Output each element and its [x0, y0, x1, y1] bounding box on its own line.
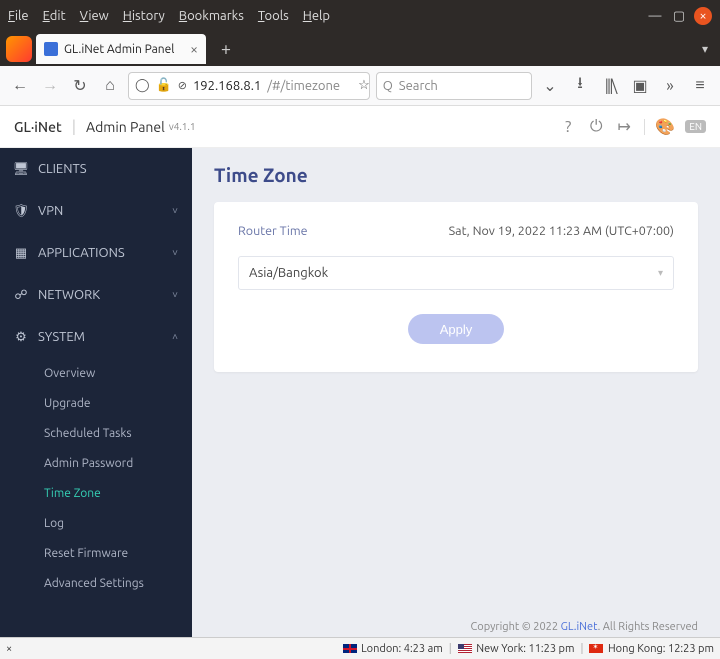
flag-hk-icon [589, 644, 603, 653]
sidebar-subitem-time-zone[interactable]: Time Zone [0, 478, 192, 508]
page-content: GL·iNet | Admin Panel v4.1.1 ? ⏻ ↦ 🎨 EN … [0, 106, 720, 659]
tab-title: GL.iNet Admin Panel [64, 43, 174, 56]
firefox-icon [6, 36, 32, 62]
chevron-down-icon: ˅ [172, 247, 178, 259]
network-icon: ☍ [14, 288, 28, 303]
gear-icon: ⚙ [14, 330, 28, 345]
sidebar-item-label: VPN [38, 204, 63, 218]
url-path: /#/timezone [267, 79, 340, 93]
sidebar-item-label: SYSTEM [38, 330, 85, 344]
new-tab-button[interactable]: + [212, 35, 240, 63]
chevron-down-icon: ▾ [658, 267, 663, 279]
menu-history[interactable]: History [123, 9, 165, 23]
sidebar-subitem-reset-firmware[interactable]: Reset Firmware [0, 538, 192, 568]
status-bar: × London: 4:23 am| New York: 11:23 pm| H… [0, 637, 720, 659]
menu-help[interactable]: Help [303, 9, 330, 23]
app-title: Admin Panel [86, 119, 165, 135]
flag-uk-icon [343, 644, 357, 653]
shield-icon: 🛡 [14, 204, 28, 219]
router-time-value: Sat, Nov 19, 2022 11:23 AM (UTC+07:00) [449, 224, 674, 238]
chevron-up-icon: ˄ [172, 331, 178, 343]
brand-logo: GL·iNet [14, 119, 62, 135]
browser-toolbar: ← → ↻ ⌂ ◯ 🔓 ⊘ 192.168.8.1 /#/timezone ☆ Q… [0, 66, 720, 106]
minimize-button[interactable]: — [646, 7, 664, 25]
close-button[interactable]: × [694, 7, 712, 25]
app-version: v4.1.1 [169, 121, 196, 132]
chevron-down-icon: ˅ [172, 289, 178, 301]
copyright-link[interactable]: GL.iNet [561, 621, 598, 633]
sidebar-subitem-advanced-settings[interactable]: Advanced Settings [0, 568, 192, 598]
world-clock-london[interactable]: London: 4:23 am [343, 643, 443, 655]
tab-close-icon[interactable]: × [190, 41, 198, 57]
overflow-icon[interactable]: » [658, 74, 682, 98]
browser-tabbar: GL.iNet Admin Panel × + ▾ [0, 32, 720, 66]
page-title: Time Zone [214, 164, 698, 186]
world-clock-new-york[interactable]: New York: 11:23 pm [458, 643, 575, 655]
menu-view[interactable]: View [80, 9, 109, 23]
os-menubar: File Edit View History Bookmarks Tools Help [8, 9, 330, 23]
sidebar-item-network[interactable]: ☍ NETWORK ˅ [0, 274, 192, 316]
favicon-icon [44, 42, 58, 56]
sidebar-subitem-scheduled-tasks[interactable]: Scheduled Tasks [0, 418, 192, 448]
home-button[interactable]: ⌂ [98, 74, 122, 98]
forward-button[interactable]: → [38, 74, 62, 98]
menu-bookmarks[interactable]: Bookmarks [179, 9, 244, 23]
url-host: 192.168.8.1 [193, 79, 261, 93]
timezone-card: Router Time Sat, Nov 19, 2022 11:23 AM (… [214, 202, 698, 372]
sidebar-item-label: NETWORK [38, 288, 100, 302]
apply-button[interactable]: Apply [408, 314, 504, 344]
library-icon[interactable]: |||\ [598, 74, 622, 98]
permission-icon: ⊘ [178, 79, 187, 92]
sidebar-item-label: APPLICATIONS [38, 246, 125, 260]
grid-icon: ▦ [14, 246, 28, 261]
pocket-icon[interactable]: ⌄ [538, 74, 562, 98]
search-bar[interactable]: Q Search [376, 72, 532, 100]
chevron-down-icon: ˅ [172, 205, 178, 217]
world-clock-hong-kong[interactable]: Hong Kong: 12:23 pm [589, 643, 714, 655]
maximize-button[interactable]: ▢ [670, 7, 688, 25]
flag-us-icon [458, 644, 472, 653]
timezone-selected: Asia/Bangkok [249, 266, 328, 280]
downloads-icon[interactable]: ⭳ [568, 74, 592, 98]
logout-icon[interactable]: ↦ [616, 119, 632, 135]
status-close-icon[interactable]: × [6, 643, 12, 655]
language-badge[interactable]: EN [685, 120, 706, 133]
menu-edit[interactable]: Edit [43, 9, 66, 23]
sidebar-subitem-log[interactable]: Log [0, 508, 192, 538]
url-bar[interactable]: ◯ 🔓 ⊘ 192.168.8.1 /#/timezone ☆ [128, 72, 370, 100]
sidebar-icon[interactable]: ▣ [628, 74, 652, 98]
bookmark-star-icon[interactable]: ☆ [358, 78, 370, 93]
router-time-label: Router Time [238, 224, 308, 238]
theme-icon[interactable]: 🎨 [657, 119, 673, 135]
sidebar-item-vpn[interactable]: 🛡 VPN ˅ [0, 190, 192, 232]
clients-icon: 🖥 [14, 162, 28, 177]
insecure-lock-icon: 🔓 [156, 78, 172, 93]
menu-tools[interactable]: Tools [258, 9, 289, 23]
search-placeholder: Search [399, 79, 438, 93]
menu-file[interactable]: File [8, 9, 29, 23]
browser-tab[interactable]: GL.iNet Admin Panel × [36, 34, 206, 64]
sidebar-subitem-admin-password[interactable]: Admin Password [0, 448, 192, 478]
menu-icon[interactable]: ≡ [688, 74, 712, 98]
help-icon[interactable]: ? [560, 119, 576, 135]
search-icon: Q [383, 79, 393, 93]
sidebar-item-system[interactable]: ⚙ SYSTEM ˄ [0, 316, 192, 358]
sidebar-item-label: CLIENTS [38, 162, 87, 176]
tab-list-dropdown-icon[interactable]: ▾ [702, 42, 714, 56]
sidebar-item-applications[interactable]: ▦ APPLICATIONS ˅ [0, 232, 192, 274]
sidebar: 🖥 CLIENTS 🛡 VPN ˅ ▦ APPLICATIONS ˅ ☍ NETWORK ˅ ⚙ SYS… [0, 148, 192, 637]
sidebar-item-clients[interactable]: 🖥 CLIENTS [0, 148, 192, 190]
shield-icon: ◯ [135, 78, 150, 93]
timezone-select[interactable]: Asia/Bangkok ▾ [238, 256, 674, 290]
sidebar-subitem-upgrade[interactable]: Upgrade [0, 388, 192, 418]
reload-button[interactable]: ↻ [68, 74, 92, 98]
os-titlebar: FileEditViewHistoryBookmarksToolsHelp — … [0, 0, 720, 32]
back-button[interactable]: ← [8, 74, 32, 98]
copyright: Copyright © 2022 GL.iNet. All Rights Res… [471, 621, 698, 633]
sidebar-subitem-overview[interactable]: Overview [0, 358, 192, 388]
app-header: GL·iNet | Admin Panel v4.1.1 ? ⏻ ↦ 🎨 EN [0, 106, 720, 148]
power-icon[interactable]: ⏻ [588, 119, 604, 135]
main-panel: Time Zone Router Time Sat, Nov 19, 2022 … [192, 148, 720, 637]
